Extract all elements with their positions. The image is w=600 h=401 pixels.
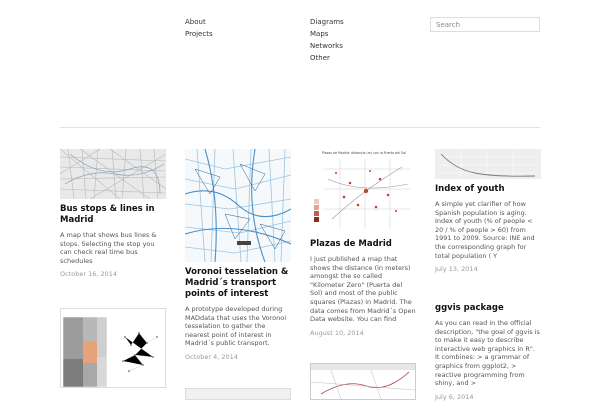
post-excerpt: A simple yet clarifier of how Spanish po… bbox=[435, 200, 535, 260]
post-date: October 16, 2014 bbox=[60, 270, 118, 279]
post-title[interactable]: Plazas de Madrid bbox=[310, 239, 416, 250]
post-title[interactable]: ggvis package bbox=[435, 303, 541, 314]
post-title[interactable]: Index of youth bbox=[435, 184, 541, 195]
post-date: July 13, 2014 bbox=[435, 265, 478, 274]
voronoi-map-thumbnail[interactable] bbox=[185, 149, 291, 262]
plazas-map-thumbnail[interactable]: Plazas de Madrid: distancia (m) con la P… bbox=[310, 149, 416, 234]
post-card-ggvis: ggvis package As you can read in the off… bbox=[435, 303, 541, 401]
nav-maps-link[interactable]: Maps bbox=[310, 28, 344, 40]
post-thumbnail[interactable] bbox=[185, 388, 291, 400]
post-card-bus-stops: Bus stops & lines in Madrid A map that s… bbox=[60, 149, 166, 278]
post-card-route-map bbox=[310, 363, 416, 400]
post-excerpt: A map that shows bus lines & stops. Sele… bbox=[60, 231, 157, 265]
header-divider bbox=[60, 127, 540, 128]
post-date: August 10, 2014 bbox=[310, 328, 364, 337]
category-nav: Diagrams Maps Networks Other bbox=[310, 16, 344, 64]
primary-nav: About Projects bbox=[185, 16, 213, 40]
search-input[interactable] bbox=[430, 17, 540, 32]
post-title[interactable]: Bus stops & lines in Madrid bbox=[60, 204, 166, 226]
post-excerpt: A prototype developed during MADdata tha… bbox=[185, 305, 287, 348]
post-card-voronoi: Voronoi tesselation & Madrid´s transport… bbox=[185, 149, 291, 361]
bus-map-thumbnail[interactable] bbox=[60, 149, 166, 199]
nav-projects-link[interactable]: Projects bbox=[185, 28, 213, 40]
route-map-thumbnail[interactable] bbox=[310, 363, 416, 400]
nav-diagrams-link[interactable]: Diagrams bbox=[310, 16, 344, 28]
post-date: October 4, 2014 bbox=[185, 352, 238, 361]
treemap-thumbnail[interactable] bbox=[60, 308, 166, 388]
post-card-youth-index: Index of youth A simple yet clarifier of… bbox=[435, 149, 541, 273]
nav-networks-link[interactable]: Networks bbox=[310, 40, 344, 52]
nav-about-link[interactable]: About bbox=[185, 16, 213, 28]
youth-index-thumbnail[interactable] bbox=[435, 149, 541, 179]
post-card-plazas: Plazas de Madrid: distancia (m) con la P… bbox=[310, 149, 416, 337]
post-title[interactable]: Voronoi tesselation & Madrid´s transport… bbox=[185, 267, 291, 300]
plazas-map-caption: Plazas de Madrid: distancia (m) con la P… bbox=[322, 151, 406, 155]
nav-other-link[interactable]: Other bbox=[310, 52, 344, 64]
post-excerpt: I just published a map that shows the di… bbox=[310, 255, 416, 324]
post-excerpt: As you can read in the official descript… bbox=[435, 319, 540, 388]
post-card-partial bbox=[185, 388, 291, 400]
post-card-treemap bbox=[60, 308, 166, 388]
